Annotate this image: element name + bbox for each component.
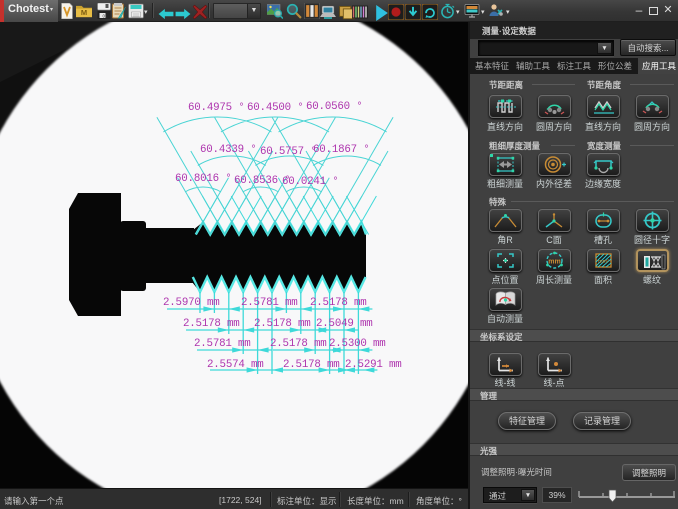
svg-text:01: 01 — [103, 14, 109, 19]
svg-text:60.8016 °: 60.8016 ° — [175, 173, 232, 185]
svg-text:60.4339 °: 60.4339 ° — [200, 144, 257, 156]
svg-text:2.5049 mm: 2.5049 mm — [316, 318, 373, 330]
svg-text:60.1867 °: 60.1867 ° — [313, 144, 370, 156]
svg-text:2.5300 mm: 2.5300 mm — [329, 338, 386, 350]
svg-text:2.5178 mm: 2.5178 mm — [183, 318, 240, 330]
svg-text:2.5781 mm: 2.5781 mm — [241, 297, 298, 309]
svg-text:2.5970 mm: 2.5970 mm — [163, 297, 220, 309]
svg-text:mm: mm — [548, 259, 560, 266]
svg-text:mm²: mm² — [598, 259, 609, 265]
svg-text:2.5291 mm: 2.5291 mm — [345, 359, 402, 371]
svg-text:M: M — [81, 8, 87, 17]
svg-text:2.5178 mm: 2.5178 mm — [310, 297, 367, 309]
svg-text:2.5781 mm: 2.5781 mm — [194, 338, 251, 350]
svg-text:60.5757 °: 60.5757 ° — [260, 146, 317, 158]
svg-text:60.4500 °: 60.4500 ° — [247, 102, 304, 114]
svg-text:2.5574 mm: 2.5574 mm — [207, 359, 264, 371]
svg-text:60.4975 °: 60.4975 ° — [188, 102, 245, 114]
svg-text:2.5178 mm: 2.5178 mm — [254, 318, 311, 330]
svg-text:2.5178 mm: 2.5178 mm — [270, 338, 327, 350]
svg-text:60.0241 °: 60.0241 ° — [282, 176, 339, 188]
svg-text:60.0560 °: 60.0560 ° — [306, 101, 363, 113]
svg-text:2.5178 mm: 2.5178 mm — [283, 359, 340, 371]
